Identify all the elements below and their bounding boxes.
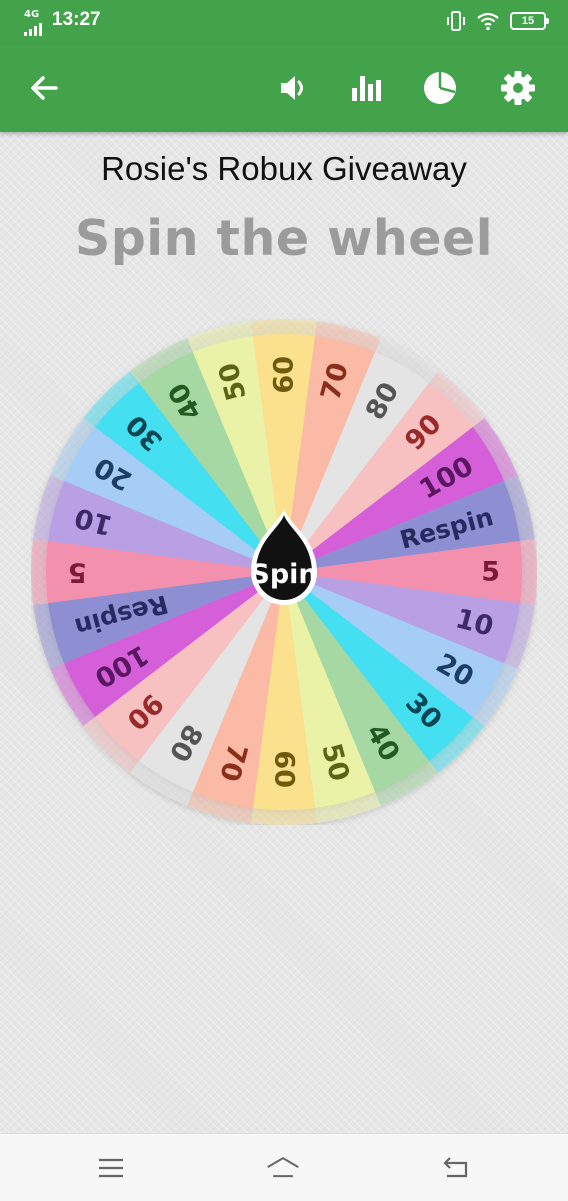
- network-type: 4G: [24, 9, 40, 20]
- app-bar: [0, 44, 568, 132]
- system-nav-bar: [0, 1133, 568, 1201]
- menu-button[interactable]: [93, 1150, 129, 1186]
- wheels-button[interactable]: [420, 68, 460, 108]
- volume-icon: [281, 76, 303, 100]
- wheel-title: Rosie's Robux Giveaway: [101, 150, 467, 187]
- battery-icon: 15: [510, 12, 549, 30]
- back-arrow-icon: [31, 76, 58, 100]
- spin-wheel[interactable]: 60 70 80 90 100 Respin 5 10 20 30 40 50 60 70 80 90 100 R…: [31, 319, 537, 825]
- home-button[interactable]: [265, 1150, 301, 1186]
- signal-icon: [24, 23, 42, 36]
- stats-button[interactable]: [346, 68, 386, 108]
- wheel-segment-label: 60: [269, 356, 300, 394]
- status-bar: 4G 13:27 15: [0, 0, 568, 44]
- status-time: 13:27: [52, 9, 101, 30]
- sound-button[interactable]: [274, 68, 314, 108]
- wheel-graphic[interactable]: 60 70 8090100Respin5102030405060708090100R…: [31, 319, 537, 825]
- status-right: 15: [446, 10, 549, 32]
- pie-chart-icon: [424, 72, 456, 104]
- back-icon: [443, 1157, 468, 1178]
- menu-icon: [99, 1158, 123, 1178]
- stats-icon: [352, 76, 381, 101]
- wheel-segment-label: 60: [269, 750, 300, 788]
- settings-button[interactable]: [498, 68, 538, 108]
- vibrate-icon: [447, 11, 465, 31]
- home-icon: [267, 1156, 299, 1178]
- spin-the-wheel-heading: Spin the wheel: [74, 210, 494, 267]
- wheel-segment-label: 5: [68, 557, 87, 588]
- settings-gear-icon: [501, 71, 535, 105]
- back-nav-button[interactable]: [438, 1150, 474, 1186]
- wheel-segment-label: 5: [481, 557, 500, 588]
- back-button[interactable]: [24, 68, 64, 108]
- wifi-icon: [477, 12, 499, 31]
- spin-button-label: Spin: [250, 559, 317, 590]
